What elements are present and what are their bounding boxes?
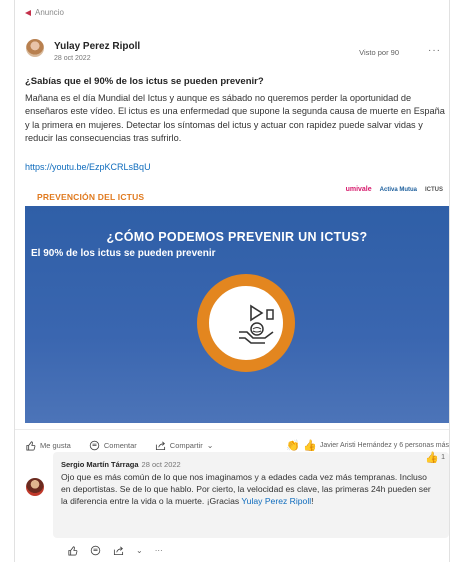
comment-reply-icon[interactable] xyxy=(90,545,101,556)
video-thumbnail[interactable]: ¿CÓMO PODEMOS PREVENIR UN ICTUS? El 90% … xyxy=(25,206,449,423)
comment-like-number: 1 xyxy=(441,454,445,461)
video-title: ¿CÓMO PODEMOS PREVENIR UN ICTUS? xyxy=(106,230,368,244)
seen-by-count[interactable]: Visto por 90 xyxy=(359,48,399,57)
sponsored-label: Anuncio xyxy=(25,8,64,17)
thumbs-up-reaction-icon: 👍 xyxy=(303,439,317,452)
chevron-down-icon: ⌄ xyxy=(206,440,214,450)
post-headline: ¿Sabías que el 90% de los ictus se puede… xyxy=(25,76,264,87)
comment-like-count[interactable]: 👍 1 xyxy=(425,451,445,464)
comment-actions: ⌄ ··· xyxy=(67,545,163,556)
umivale-logo: umivale xyxy=(345,186,372,193)
post-date: 28 oct 2022 xyxy=(54,55,91,62)
commenter-name[interactable]: Sergio Martín Tárraga xyxy=(61,460,139,469)
play-ring[interactable] xyxy=(197,274,295,372)
comment-label: Comentar xyxy=(103,440,137,450)
comment-text: Ojo que es más común de lo que nos imagi… xyxy=(61,471,437,508)
video-link[interactable]: https://youtu.be/EzpKCRLsBqU xyxy=(25,162,151,172)
comment-mention[interactable]: Yulay Perez Ripoll xyxy=(241,496,311,506)
post-body: Mañana es el día Mundial del Ictus y aun… xyxy=(25,93,445,143)
share-icon xyxy=(155,441,165,450)
sponsored-text: Anuncio xyxy=(35,8,64,17)
post-card: Anuncio Yulay Perez Ripoll 28 oct 2022 V… xyxy=(14,0,450,562)
banner-title: PREVENCIÓN DEL ICTUS xyxy=(37,192,145,202)
ictus-logo: ICTUS xyxy=(425,186,443,193)
video-banner: PREVENCIÓN DEL ICTUS umivale Activa Mutu… xyxy=(25,186,449,206)
video-subtitle: El 90% de los ictus se pueden prevenir xyxy=(31,248,216,259)
more-options-button[interactable]: ··· xyxy=(428,45,441,56)
comment-header: Sergio Martín Tárraga 28 oct 2022 xyxy=(61,460,181,469)
comment-bubble: 👍 1 Sergio Martín Tárraga 28 oct 2022 Ojo… xyxy=(53,452,449,538)
share-button[interactable]: Compartir ⌄ xyxy=(155,440,214,451)
comment-icon xyxy=(89,440,100,450)
actions-divider xyxy=(15,429,449,430)
reaction-people: Javier Aristi Hernández y 6 personas más xyxy=(319,441,449,449)
commenter-avatar[interactable] xyxy=(26,478,44,496)
comment-button[interactable]: Comentar xyxy=(89,440,137,451)
author-avatar[interactable] xyxy=(26,39,44,57)
reaction-summary[interactable]: 👏 👍 Javier Aristi Hernández y 6 personas… xyxy=(286,439,449,452)
activa-mutua-logo: Activa Mutua xyxy=(379,186,417,193)
clap-icon: 👏 xyxy=(286,439,301,452)
thumbs-up-reaction-icon: 👍 xyxy=(425,452,440,464)
share-label: Compartir xyxy=(169,440,203,450)
brain-hand-icon xyxy=(239,304,274,344)
comment-share-icon[interactable] xyxy=(113,545,124,556)
like-label: Me gusta xyxy=(40,440,71,450)
megaphone-icon xyxy=(25,9,31,16)
thumbs-up-icon xyxy=(26,440,36,450)
comment-body-end: ! xyxy=(311,496,314,507)
comment-date: 28 oct 2022 xyxy=(141,460,181,469)
like-button[interactable]: Me gusta xyxy=(25,440,71,451)
chevron-down-icon[interactable]: ⌄ xyxy=(136,546,143,555)
comment-like-icon[interactable] xyxy=(67,545,78,556)
author-name[interactable]: Yulay Perez Ripoll xyxy=(54,41,140,52)
ellipsis-icon[interactable]: ··· xyxy=(155,546,163,555)
partner-logos: umivale Activa Mutua ICTUS xyxy=(346,186,443,193)
